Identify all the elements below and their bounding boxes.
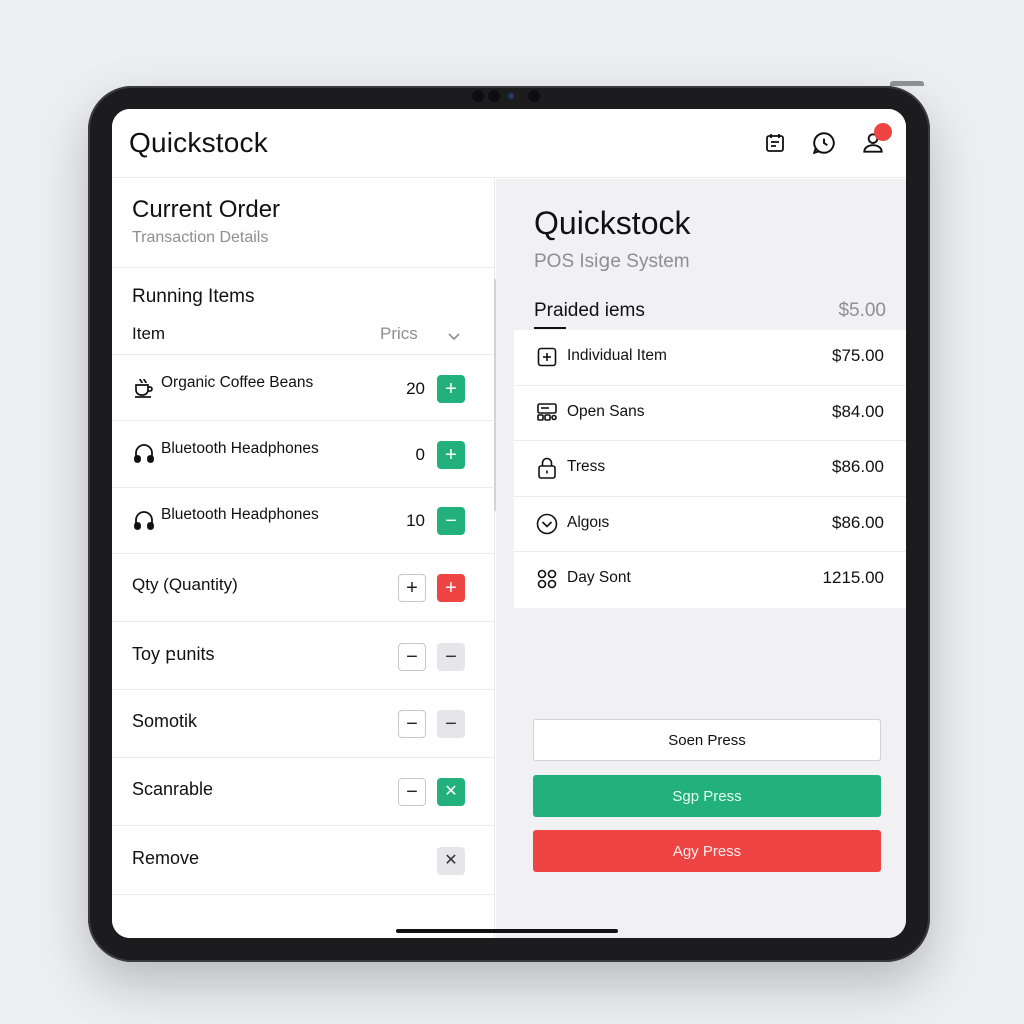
list-item[interactable]: Tress $86.00 (514, 441, 906, 497)
grid-icon (536, 568, 558, 590)
decrement-button[interactable]: − (398, 778, 426, 806)
item-name: Individual Item (567, 347, 667, 364)
add-button[interactable]: + (437, 375, 465, 403)
home-indicator[interactable] (396, 929, 618, 933)
row-label: Remove (132, 848, 200, 868)
top-bar: Quickstock (112, 109, 906, 178)
row-label: Scanrable (132, 779, 214, 799)
item-name: Algoᴉs (567, 513, 610, 531)
camera-sensor (528, 90, 540, 102)
product-qty: 20 (406, 379, 425, 398)
chevron-down-icon[interactable] (446, 328, 462, 344)
item-price: 1215.00 (822, 568, 884, 587)
item-price: $86.00 (832, 512, 884, 532)
notification-badge (874, 123, 892, 141)
decrement-button[interactable]: − (398, 710, 426, 738)
summary-panel: Quickstock POS Isiցe System Praided iems… (496, 179, 906, 938)
product-name: Bluetooth Headphones (161, 440, 319, 457)
register-icon (536, 402, 558, 424)
list-item[interactable]: Open Sans $84.00 (514, 386, 906, 441)
soen-press-button[interactable]: Soen Press (533, 719, 881, 761)
column-header-item: Item (132, 324, 166, 343)
table-row[interactable]: Bluetooth Headphones 0 + (112, 421, 495, 488)
product-name: Bluetooth Headphones (161, 506, 319, 523)
section-title: Running Items (132, 286, 255, 307)
increment-button[interactable]: + (437, 574, 465, 602)
chevron-circle-icon (536, 513, 558, 535)
section-total: $5.00 (838, 300, 886, 321)
confirm-button[interactable]: Sgp Press (533, 775, 881, 817)
row-label: Qty (Quantity) (132, 575, 238, 594)
list-item[interactable]: Day Sont 1215.00 (514, 552, 906, 608)
current-order-panel: Current Order Transaction Details Runnin… (112, 179, 497, 938)
app-screen: Quickstock Current Order Transaction Det… (112, 109, 906, 938)
item-list: Individual Item $75.00 Open Sans $84.00 (514, 330, 906, 608)
item-name: Open Sans (567, 402, 645, 420)
close-button[interactable]: ✕ (437, 778, 465, 806)
section-title: Praided iems (534, 300, 645, 321)
row-label: Somotik (132, 711, 198, 731)
headphones-icon (132, 508, 156, 532)
decrement-button[interactable]: − (437, 710, 465, 738)
table-row[interactable]: Bluetooth Headphones 10 − (112, 488, 495, 554)
camera-sensor (472, 90, 484, 102)
order-subtitle: Transaction Details (132, 229, 269, 246)
calendar-icon[interactable] (761, 129, 789, 157)
item-price: $84.00 (832, 401, 884, 421)
remove-button[interactable]: ✕ (437, 847, 465, 875)
order-title: Current Order (132, 196, 281, 223)
list-item: Scanrable − ✕ (112, 758, 495, 826)
table-row[interactable]: Organic Coffee Beans 20 + (112, 355, 495, 421)
product-name: Organic Coffee Beans (161, 374, 314, 391)
item-name: Tress (567, 458, 606, 475)
product-qty: 10 (406, 511, 425, 530)
section-underline (534, 327, 566, 329)
item-price: $86.00 (832, 457, 884, 476)
clock-icon[interactable] (810, 129, 838, 157)
power-button (890, 81, 924, 86)
cancel-button[interactable]: Agy Press (533, 830, 881, 872)
panel-title: Quickstock (534, 205, 691, 241)
list-item: Toy բunits − − (112, 622, 495, 690)
coffee-cup-icon (132, 375, 156, 399)
list-item: Somotik − − (112, 690, 495, 758)
divider (112, 267, 495, 268)
headphones-icon (132, 441, 156, 465)
item-name: Day Sont (567, 569, 631, 586)
decrement-button[interactable]: − (398, 643, 426, 671)
row-label: Toy բunits (132, 644, 215, 664)
remove-button[interactable]: − (437, 507, 465, 535)
product-qty: 0 (415, 445, 425, 464)
list-item: Remove ✕ (112, 826, 495, 895)
app-title: Quickstock (129, 127, 268, 158)
camera-sensor (488, 90, 500, 102)
list-item: Qty (Quantity) + + (112, 554, 495, 622)
decrement-button[interactable]: − (437, 643, 465, 671)
lock-icon (536, 457, 558, 479)
column-header-price[interactable]: Prics (380, 324, 418, 344)
item-price: $75.00 (832, 346, 884, 365)
list-item[interactable]: Algoᴉs $86.00 (514, 497, 906, 552)
camera-lens (508, 93, 514, 99)
add-button[interactable]: + (437, 441, 465, 469)
panel-subtitle: POS Isiցe System (534, 251, 690, 272)
increment-button[interactable]: + (398, 574, 426, 602)
list-item[interactable]: Individual Item $75.00 (514, 330, 906, 386)
plus-square-icon (536, 346, 558, 368)
